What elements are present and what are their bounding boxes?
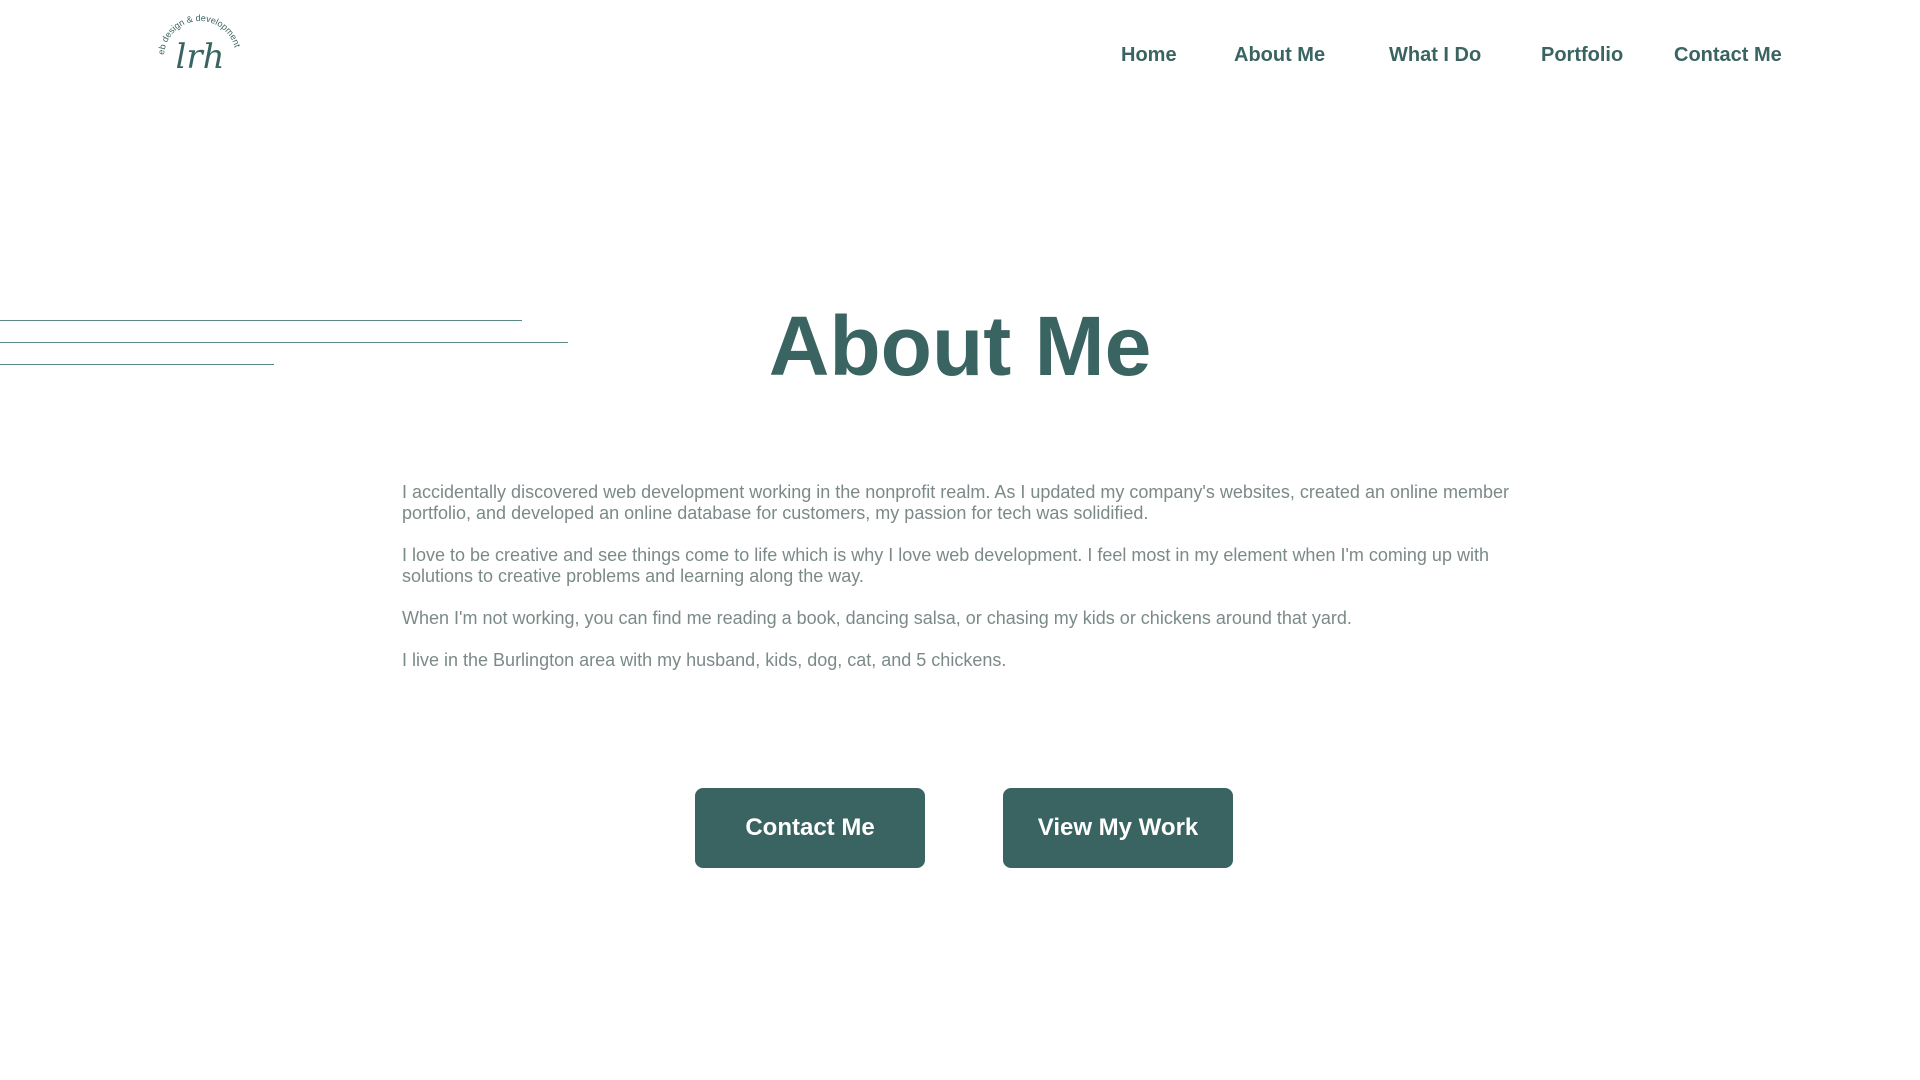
view-my-work-button[interactable]: View My Work bbox=[1003, 788, 1233, 868]
nav-portfolio[interactable]: Portfolio bbox=[1541, 44, 1623, 67]
bio-paragraph: I live in the Burlington area with my hu… bbox=[402, 650, 1007, 670]
nav-about-me[interactable]: About Me bbox=[1234, 44, 1325, 67]
bio-paragraph: I love to be creative and see things com… bbox=[402, 545, 1489, 586]
main-nav: Home About Me What I Do Portfolio Contac… bbox=[0, 44, 1920, 80]
bio-paragraph: When I'm not working, you can find me re… bbox=[402, 608, 1352, 628]
site-header: web design & development lrh Home About … bbox=[0, 0, 1920, 120]
nav-contact-me[interactable]: Contact Me bbox=[1674, 44, 1782, 67]
bio-paragraph: I accidentally discovered web developmen… bbox=[402, 482, 1510, 523]
nav-home[interactable]: Home bbox=[1121, 44, 1177, 67]
nav-what-i-do[interactable]: What I Do bbox=[1389, 44, 1481, 67]
contact-me-button[interactable]: Contact Me bbox=[695, 788, 925, 868]
page-title: About Me bbox=[768, 299, 1152, 393]
about-bio: I accidentally discovered web developmen… bbox=[402, 482, 1522, 692]
